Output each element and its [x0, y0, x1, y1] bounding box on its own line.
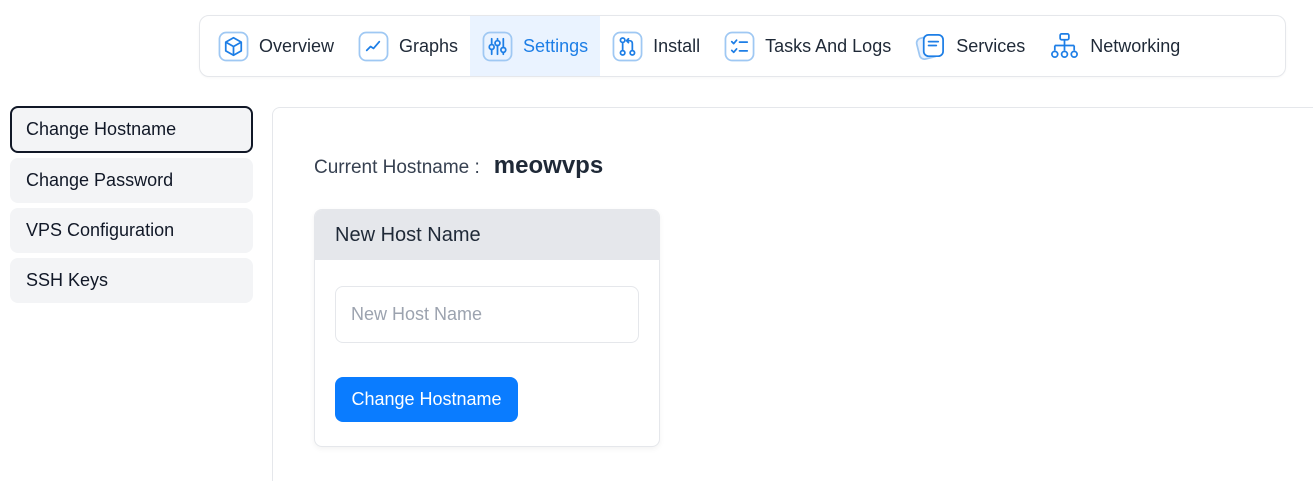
new-hostname-input[interactable] [335, 286, 639, 343]
sidebar-item-change-hostname[interactable]: Change Hostname [10, 106, 253, 153]
tab-label: Install [653, 35, 701, 56]
sidebar-item-ssh-keys[interactable]: SSH Keys [10, 258, 253, 303]
tab-label: Overview [259, 35, 335, 56]
tab-install[interactable]: Install [600, 16, 712, 76]
current-hostname-value: meowvps [493, 152, 604, 179]
sidebar-item-label: Change Password [26, 170, 174, 190]
main-panel: Current Hostname : meowvps New Host Name… [272, 107, 1313, 481]
cube-icon [218, 31, 249, 62]
sliders-icon [482, 31, 513, 62]
tab-networking[interactable]: Networking [1037, 16, 1192, 76]
current-hostname-label: Current Hostname : [314, 157, 480, 178]
network-icon [1049, 31, 1080, 62]
tab-label: Networking [1090, 35, 1181, 56]
sidebar-item-change-password[interactable]: Change Password [10, 158, 253, 203]
sidebar-item-label: Change Hostname [26, 119, 177, 139]
sidebar-item-vps-configuration[interactable]: VPS Configuration [10, 208, 253, 253]
tab-label: Settings [523, 35, 589, 56]
cards-icon [915, 31, 946, 62]
tab-label: Graphs [399, 35, 459, 56]
settings-sidebar: Change Hostname Change Password VPS Conf… [10, 106, 253, 308]
tab-label: Services [956, 35, 1026, 56]
tab-tasks-and-logs[interactable]: Tasks And Logs [712, 16, 903, 76]
sidebar-item-label: SSH Keys [26, 270, 109, 290]
tab-services[interactable]: Services [903, 16, 1037, 76]
tab-overview[interactable]: Overview [206, 16, 346, 76]
tab-label: Tasks And Logs [765, 35, 892, 56]
tab-graphs[interactable]: Graphs [346, 16, 470, 76]
tab-settings[interactable]: Settings [470, 16, 601, 76]
change-hostname-button[interactable]: Change Hostname [335, 377, 518, 422]
top-nav: Overview Graphs Settings Install Tasks A… [199, 15, 1286, 77]
checklist-icon [724, 31, 755, 62]
current-hostname-row: Current Hostname : meowvps [314, 152, 603, 180]
graph-icon [358, 31, 389, 62]
new-hostname-card: New Host Name Change Hostname [314, 209, 660, 447]
git-pull-request-icon [612, 31, 643, 62]
card-title: New Host Name [315, 210, 659, 260]
sidebar-item-label: VPS Configuration [26, 220, 175, 240]
